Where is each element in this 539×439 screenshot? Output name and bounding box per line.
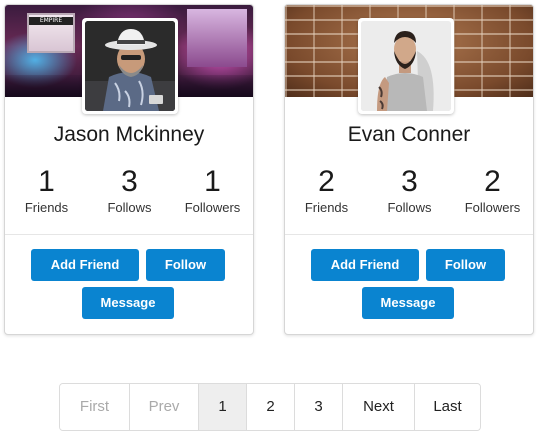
user-card-evan-conner: Evan Conner 2 Friends 3 Follows 2 Follow…: [284, 4, 534, 335]
avatar[interactable]: [82, 18, 178, 114]
page-1[interactable]: 1: [199, 384, 247, 430]
page-3[interactable]: 3: [295, 384, 343, 430]
stat-value: 3: [401, 165, 418, 198]
user-cards-page: EMPIRE Jason Mckinney 1 Friends 3 Follow…: [0, 0, 539, 439]
stat-friends: 2 Friends: [285, 165, 368, 217]
stat-follows: 3 Follows: [88, 165, 171, 217]
page-first[interactable]: First: [60, 384, 130, 430]
message-button[interactable]: Message: [82, 287, 174, 319]
user-stats: 2 Friends 3 Follows 2 Followers: [285, 165, 533, 223]
user-stats: 1 Friends 3 Follows 1 Followers: [5, 165, 253, 223]
stat-friends: 1 Friends: [5, 165, 88, 217]
page-prev[interactable]: Prev: [130, 384, 199, 430]
stat-value: 1: [38, 165, 55, 198]
stage-sign: EMPIRE: [29, 17, 73, 25]
profile-photo: [361, 21, 451, 111]
card-divider: [5, 234, 253, 235]
user-name: Evan Conner: [347, 123, 471, 146]
stat-label: Friends: [24, 200, 69, 215]
stat-follows: 3 Follows: [368, 165, 451, 217]
profile-photo: [85, 21, 175, 111]
stat-label: Followers: [184, 200, 241, 215]
user-card-jason-mckinney: EMPIRE Jason Mckinney 1 Friends 3 Follow…: [4, 4, 254, 335]
stage-screen-right: [187, 9, 247, 67]
stat-label: Followers: [464, 200, 521, 215]
avatar[interactable]: [358, 18, 454, 114]
stat-followers: 1 Followers: [171, 165, 253, 217]
follow-button[interactable]: Follow: [426, 249, 505, 281]
stat-label: Friends: [304, 200, 349, 215]
bearded-man-illustration: [361, 21, 451, 111]
user-name: Jason Mckinney: [53, 123, 205, 146]
stat-value: 2: [318, 165, 335, 198]
stat-value: 1: [204, 165, 221, 198]
pagination: First Prev 1 2 3 Next Last: [59, 383, 481, 431]
add-friend-button[interactable]: Add Friend: [311, 249, 419, 281]
stat-label: Follows: [387, 200, 432, 215]
page-next[interactable]: Next: [343, 384, 415, 430]
message-button[interactable]: Message: [362, 287, 454, 319]
page-2[interactable]: 2: [247, 384, 295, 430]
stat-followers: 2 Followers: [451, 165, 533, 217]
page-last[interactable]: Last: [415, 384, 480, 430]
stat-label: Follows: [107, 200, 152, 215]
man-in-hat-illustration: [85, 21, 175, 111]
stat-value: 2: [484, 165, 501, 198]
card-divider: [285, 234, 533, 235]
follow-button[interactable]: Follow: [146, 249, 225, 281]
add-friend-button[interactable]: Add Friend: [31, 249, 139, 281]
stat-value: 3: [121, 165, 138, 198]
